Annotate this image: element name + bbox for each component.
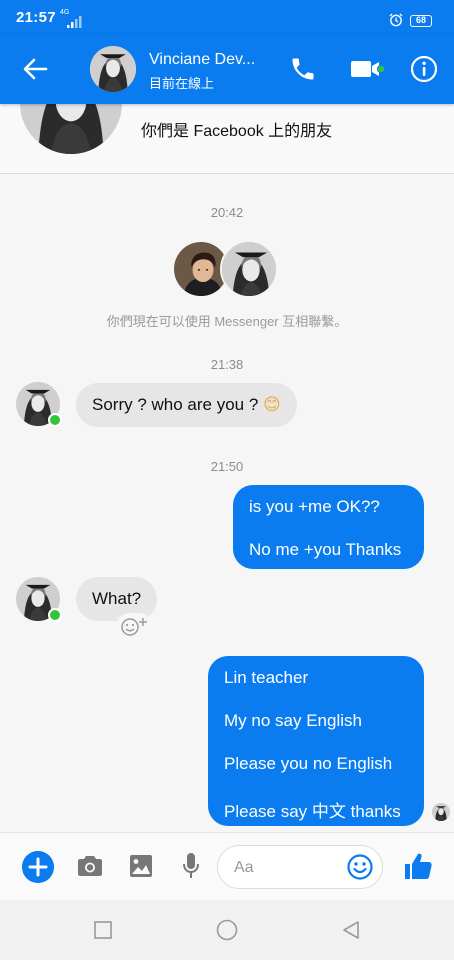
message-composer: Aa	[0, 832, 454, 900]
plus-icon[interactable]	[22, 851, 54, 883]
message-line: Please say 中文 thanks	[224, 802, 401, 821]
contact-name[interactable]: Vinciane Dev...	[149, 51, 255, 69]
message-text: Sorry ? who are you ?	[92, 395, 264, 414]
message-line: is you +me OK??	[249, 497, 380, 516]
triangle-back-icon[interactable]	[340, 919, 362, 941]
video-camera-icon[interactable]	[349, 56, 385, 82]
contact-active-status: 目前在線上	[149, 76, 215, 91]
alarm-icon	[389, 13, 403, 27]
message-input[interactable]: Aa	[217, 845, 383, 889]
timestamp: 21:38	[210, 357, 244, 372]
profile-card: 你們是 Facebook 上的朋友	[0, 104, 454, 174]
battery-indicator: 68	[410, 15, 432, 27]
thumbs-up-icon[interactable]	[402, 850, 434, 882]
conversation-header: Vinciane Dev... 目前在線上	[0, 34, 454, 104]
info-icon[interactable]	[410, 55, 438, 83]
message-sender-avatar[interactable]	[16, 577, 62, 622]
connected-note: 你們現在可以使用 Messenger 互相聯繫。	[106, 314, 348, 329]
timestamp: 21:50	[210, 459, 244, 474]
outgoing-message[interactable]: is you +me OK?? No me +you Thanks	[233, 485, 424, 569]
microphone-icon[interactable]	[181, 851, 201, 881]
camera-icon[interactable]	[76, 853, 104, 879]
message-text: What?	[92, 589, 142, 608]
timestamp: 20:42	[210, 205, 244, 220]
system-navigation-bar	[0, 900, 454, 960]
profile-avatar	[20, 104, 122, 154]
online-indicator	[48, 413, 62, 427]
online-indicator	[48, 608, 62, 622]
message-thread[interactable]: 你們是 Facebook 上的朋友 20:42 你們現在可以使用 Messeng…	[0, 104, 454, 832]
friends-note: 你們是 Facebook 上的朋友	[141, 123, 333, 140]
emoji-icon[interactable]	[346, 853, 374, 881]
smiling-emoji: 😊	[263, 395, 281, 415]
status-bar: 21:57 4G 68	[0, 0, 454, 34]
back-arrow-icon[interactable]	[20, 54, 50, 84]
square-icon[interactable]	[92, 919, 114, 941]
outgoing-message[interactable]: Lin teacher My no say English Please you…	[208, 656, 424, 826]
contact-avatar[interactable]	[90, 46, 136, 92]
image-icon[interactable]	[128, 853, 154, 879]
incoming-message[interactable]: Sorry ? who are you ? 😊	[76, 383, 297, 427]
signal-icon	[67, 16, 82, 28]
phone-icon[interactable]	[289, 55, 317, 83]
connection-avatars	[172, 240, 282, 300]
message-line: No me +you Thanks	[249, 540, 402, 559]
message-line: Lin teacher	[224, 668, 309, 687]
circle-icon[interactable]	[216, 919, 238, 941]
message-input-placeholder: Aa	[234, 859, 254, 876]
status-time: 21:57	[16, 9, 56, 26]
network-type: 4G	[60, 9, 70, 16]
message-line: My no say English	[224, 711, 362, 730]
message-sender-avatar[interactable]	[16, 382, 62, 427]
add-reaction-icon[interactable]	[116, 613, 152, 639]
message-line: Please you no English	[224, 754, 393, 773]
contact-avatar	[220, 240, 278, 298]
seen-receipt-avatar	[432, 803, 450, 821]
